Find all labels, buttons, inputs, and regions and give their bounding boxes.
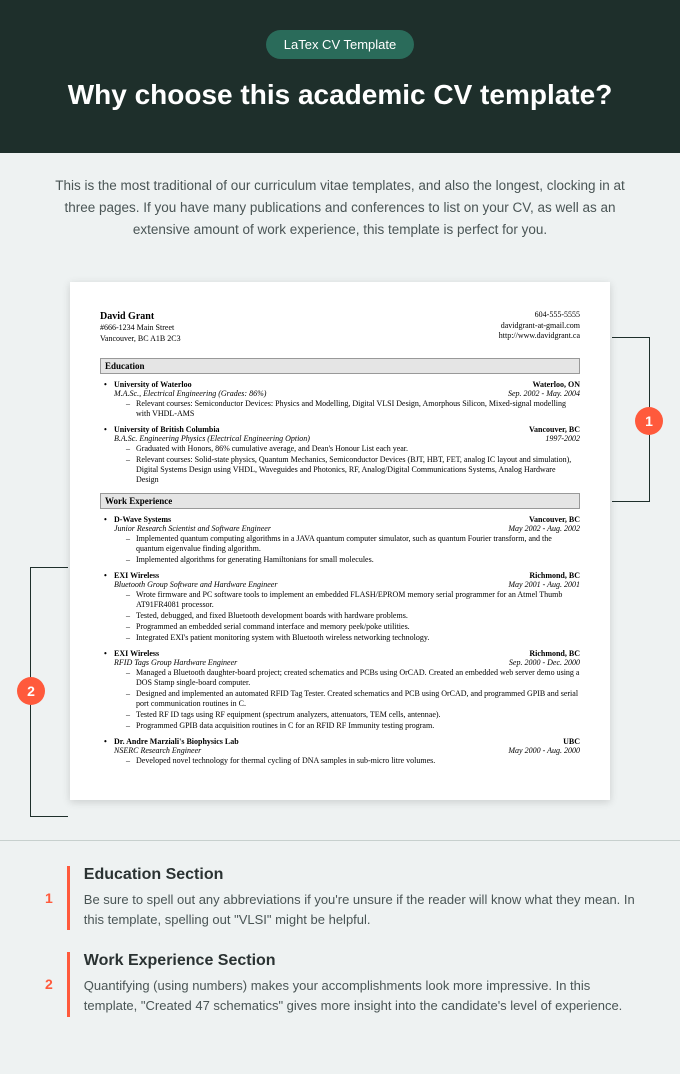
cv-bullet: Managed a Bluetooth daughter-board proje… bbox=[126, 668, 580, 688]
cv-header: David Grant #666-1234 Main Street Vancou… bbox=[100, 310, 580, 344]
cv-org: EXI Wireless bbox=[114, 571, 159, 580]
cv-role: Bluetooth Group Software and Hardware En… bbox=[114, 580, 277, 589]
cv-addr2: Vancouver, BC A1B 2C3 bbox=[100, 334, 181, 344]
cv-edu-entry: University of British Columbia Vancouver,… bbox=[114, 425, 580, 485]
cv-work-entry: Dr. Andre Marziali's Biophysics Lab UBC N… bbox=[114, 737, 580, 766]
cv-contact-left: David Grant #666-1234 Main Street Vancou… bbox=[100, 310, 181, 344]
cv-loc: UBC bbox=[563, 737, 580, 746]
cv-bullet: Designed and implemented an automated RF… bbox=[126, 689, 580, 709]
cv-bullet: Implemented algorithms for generating Ha… bbox=[126, 555, 580, 565]
cv-work-entry: EXI Wireless Richmond, BC RFID Tags Group… bbox=[114, 649, 580, 731]
intro-text: This is the most traditional of our curr… bbox=[0, 153, 680, 262]
note-text: Be sure to spell out any abbreviations i… bbox=[84, 890, 635, 930]
template-badge: LaTex CV Template bbox=[266, 30, 415, 59]
notes-section: 1 Education Section Be sure to spell out… bbox=[0, 841, 680, 1074]
cv-contact-right: 604-555-5555 davidgrant-at-gmail.com htt… bbox=[499, 310, 580, 344]
marker-1: 1 bbox=[635, 407, 663, 435]
note-number: 2 bbox=[45, 952, 53, 992]
cv-bullet: Tested RF ID tags using RF equipment (sp… bbox=[126, 710, 580, 720]
cv-loc: Vancouver, BC bbox=[529, 515, 580, 524]
cv-phone: 604-555-5555 bbox=[499, 310, 580, 320]
cv-addr1: #666-1234 Main Street bbox=[100, 323, 181, 333]
cv-org: D-Wave Systems bbox=[114, 515, 171, 524]
cv-role: RFID Tags Group Hardware Engineer bbox=[114, 658, 237, 667]
cv-bullet: Relevant courses: Solid-state physics, Q… bbox=[126, 455, 580, 485]
header: LaTex CV Template Why choose this academ… bbox=[0, 0, 680, 153]
cv-role: Junior Research Scientist and Software E… bbox=[114, 524, 271, 533]
note-1: 1 Education Section Be sure to spell out… bbox=[45, 866, 635, 930]
cv-loc: Waterloo, ON bbox=[532, 380, 580, 389]
cv-school: University of British Columbia bbox=[114, 425, 220, 434]
cv-bullet: Programmed GPIB data acquisition routine… bbox=[126, 721, 580, 731]
cv-edu-entry: University of Waterloo Waterloo, ON M.A.S… bbox=[114, 380, 580, 419]
cv-bullet: Programmed an embedded serial command in… bbox=[126, 622, 580, 632]
cv-school: University of Waterloo bbox=[114, 380, 192, 389]
cv-bullet: Developed novel technology for thermal c… bbox=[126, 756, 580, 766]
note-number: 1 bbox=[45, 866, 53, 906]
cv-bullet: Wrote firmware and PC software tools to … bbox=[126, 590, 580, 610]
cv-bullet: Implemented quantum computing algorithms… bbox=[126, 534, 580, 554]
cv-page: David Grant #666-1234 Main Street Vancou… bbox=[70, 282, 610, 800]
cv-loc: Vancouver, BC bbox=[529, 425, 580, 434]
cv-degree: B.A.Sc. Engineering Physics (Electrical … bbox=[114, 434, 310, 443]
note-title: Education Section bbox=[84, 866, 635, 884]
cv-loc: Richmond, BC bbox=[529, 649, 580, 658]
cv-role: NSERC Research Engineer bbox=[114, 746, 201, 755]
cv-web: http://www.davidgrant.ca bbox=[499, 331, 580, 341]
cv-bullet: Tested, debugged, and fixed Bluetooth de… bbox=[126, 611, 580, 621]
page-title: Why choose this academic CV template? bbox=[20, 77, 660, 113]
cv-preview-wrap: 1 2 David Grant #666-1234 Main Street Va… bbox=[0, 262, 680, 830]
cv-email: davidgrant-at-gmail.com bbox=[499, 321, 580, 331]
cv-work-entry: EXI Wireless Richmond, BC Bluetooth Group… bbox=[114, 571, 580, 643]
cv-section-work: Work Experience bbox=[100, 493, 580, 509]
cv-org: Dr. Andre Marziali's Biophysics Lab bbox=[114, 737, 239, 746]
cv-date: May 2000 - Aug. 2000 bbox=[508, 746, 580, 755]
note-text: Quantifying (using numbers) makes your a… bbox=[84, 976, 635, 1016]
note-title: Work Experience Section bbox=[84, 952, 635, 970]
cv-date: Sep. 2000 - Dec. 2000 bbox=[509, 658, 580, 667]
cv-date: Sep. 2002 - May. 2004 bbox=[508, 389, 580, 398]
cv-bullet: Relevant courses: Semiconductor Devices:… bbox=[126, 399, 580, 419]
note-2: 2 Work Experience Section Quantifying (u… bbox=[45, 952, 635, 1016]
cv-loc: Richmond, BC bbox=[529, 571, 580, 580]
cv-degree: M.A.Sc., Electrical Engineering (Grades:… bbox=[114, 389, 266, 398]
marker-2: 2 bbox=[17, 677, 45, 705]
cv-bullet: Integrated EXI's patient monitoring syst… bbox=[126, 633, 580, 643]
cv-date: May 2002 - Aug. 2002 bbox=[508, 524, 580, 533]
cv-org: EXI Wireless bbox=[114, 649, 159, 658]
cv-section-education: Education bbox=[100, 358, 580, 374]
cv-date: May 2001 - Aug. 2001 bbox=[508, 580, 580, 589]
cv-date: 1997-2002 bbox=[545, 434, 580, 443]
cv-bullet: Graduated with Honors, 86% cumulative av… bbox=[126, 444, 580, 454]
cv-work-entry: D-Wave Systems Vancouver, BC Junior Resea… bbox=[114, 515, 580, 565]
cv-name: David Grant bbox=[100, 310, 181, 323]
